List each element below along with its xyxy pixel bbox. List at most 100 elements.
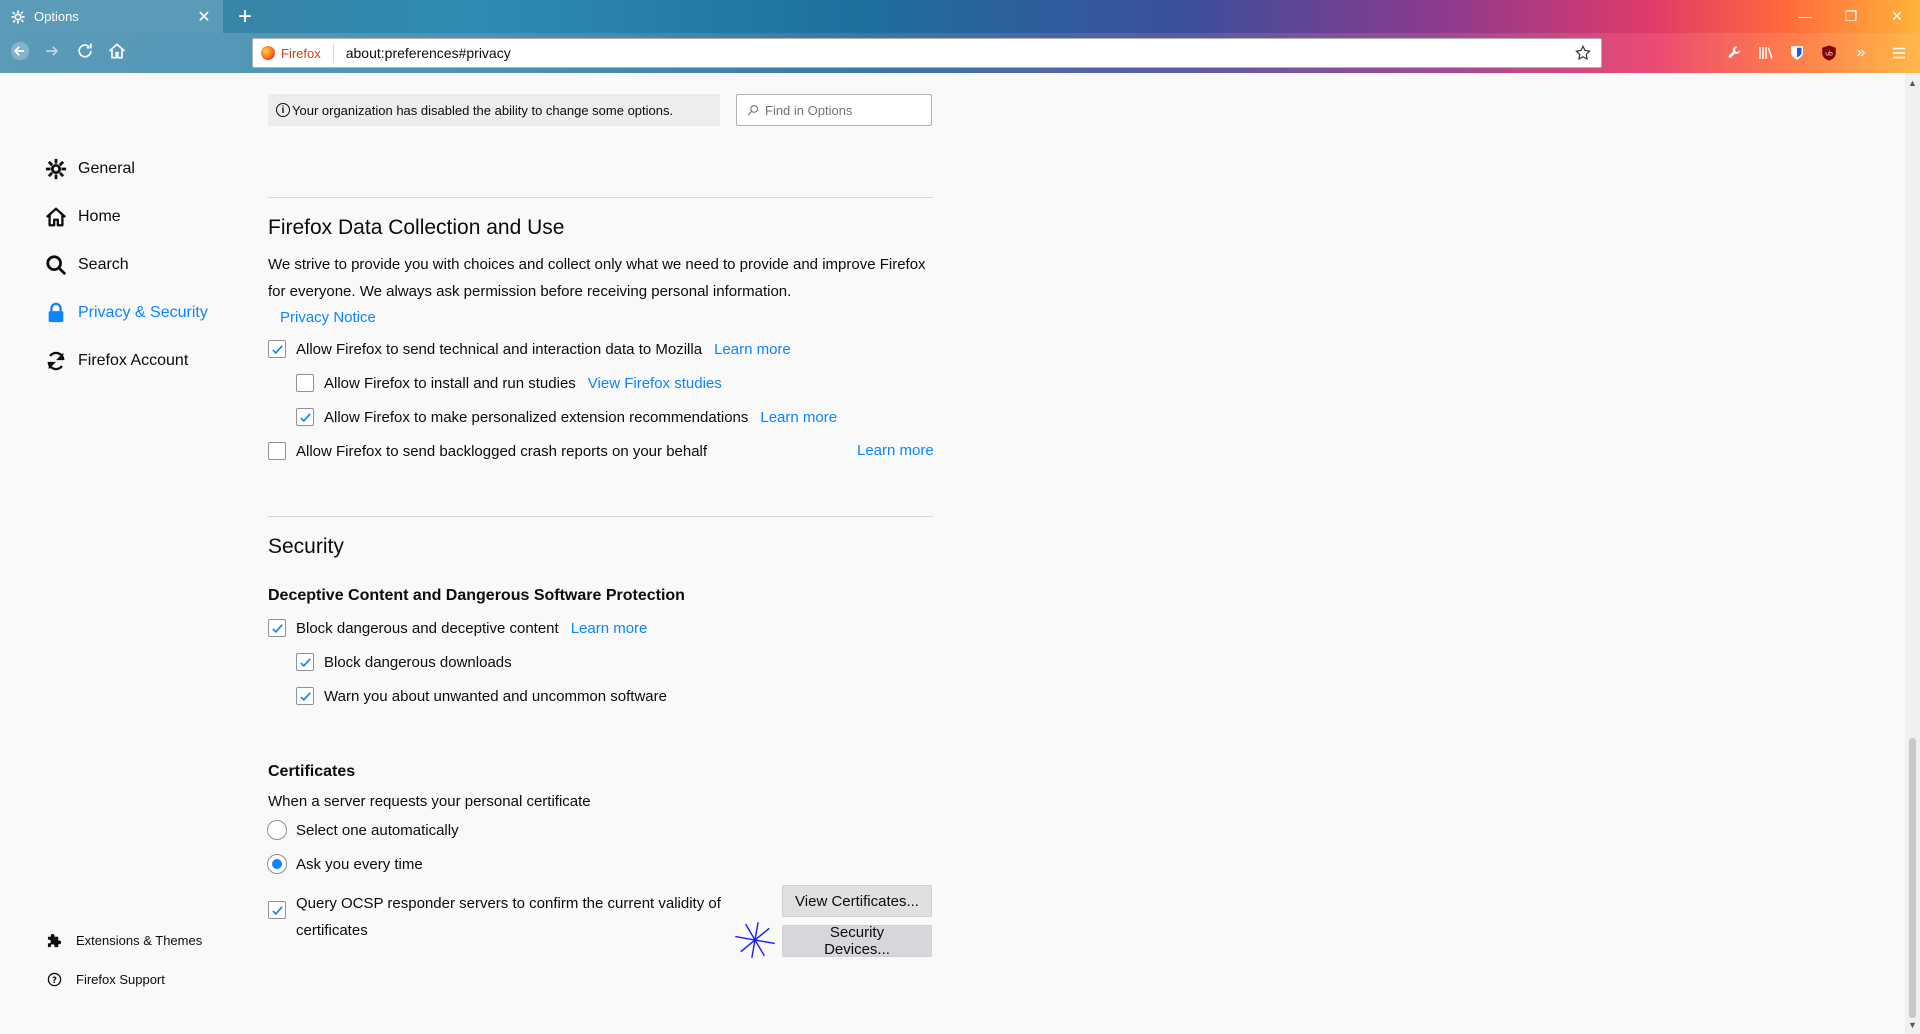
ublock-origin-icon[interactable]: ub [1818,42,1840,64]
option-crash-reports[interactable]: Allow Firefox to send backlogged crash r… [268,442,707,460]
learn-more-link[interactable]: Learn more [714,341,791,358]
search-icon [747,104,759,116]
svg-text:ub: ub [1825,50,1833,57]
close-icon[interactable]: ✕ [1882,5,1912,27]
option-label: Allow Firefox to make personalized exten… [324,408,749,426]
forward-button[interactable] [38,39,66,67]
developer-tools-icon[interactable] [1724,42,1746,64]
radio-selected-dot [272,859,282,869]
security-title: Security [268,535,344,558]
checkbox[interactable] [268,340,286,358]
reload-icon [75,41,95,66]
option-send-telemetry[interactable]: Allow Firefox to send technical and inte… [268,340,791,358]
sidebar-item-label: Home [78,208,121,225]
option-label: Block dangerous and deceptive content [296,619,559,637]
gear-icon [44,157,68,181]
site-identity[interactable]: Firefox [261,43,334,63]
tab-close-icon[interactable]: ✕ [195,8,213,26]
option-block-deceptive[interactable]: Block dangerous and deceptive content Le… [268,619,647,637]
data-collection-title: Firefox Data Collection and Use [268,216,565,239]
certificates-description: When a server requests your personal cer… [268,793,591,810]
overflow-chevron-icon[interactable]: » [1850,42,1872,64]
checkbox[interactable] [268,901,286,919]
option-label: Allow Firefox to install and run studies [324,374,576,392]
sidebar-item-privacy-security[interactable]: Privacy & Security [44,301,208,325]
minimize-icon[interactable]: — [1790,5,1820,27]
lock-icon [44,301,68,325]
option-query-ocsp[interactable]: Query OCSP responder servers to confirm … [268,890,721,944]
scroll-down-icon[interactable]: ▼ [1905,1017,1920,1032]
sidebar-item-label: Search [78,256,129,273]
learn-more-link[interactable]: Learn more [760,409,837,426]
section-divider [268,197,933,198]
bookmark-star-icon[interactable] [1573,43,1593,63]
home-button[interactable] [103,39,131,67]
navigation-toolbar: Firefox about:preferences#privacy ub » [0,33,1920,73]
sidebar-item-label: Privacy & Security [78,304,208,321]
hamburger-menu-icon[interactable] [1888,42,1910,64]
svg-text:?: ? [52,974,57,984]
cursor-marker-icon [735,922,775,958]
option-studies[interactable]: Allow Firefox to install and run studies… [296,374,722,392]
learn-more-link[interactable]: Learn more [571,620,648,637]
sidebar-link-extensions-themes[interactable]: Extensions & Themes [46,932,202,948]
sidebar-footer-label: Firefox Support [76,971,165,987]
option-label: Allow Firefox to send backlogged crash r… [296,442,708,460]
ocsp-label-group: Query OCSP responder servers to confirm … [296,890,721,944]
help-icon: ? [46,971,62,987]
radio-button[interactable] [267,820,287,840]
url-text[interactable]: about:preferences#privacy [346,45,1573,61]
search-input[interactable]: Find in Options [736,94,932,126]
sidebar-item-firefox-account[interactable]: Firefox Account [44,349,188,373]
option-block-downloads[interactable]: Block dangerous downloads [296,653,512,671]
checkbox[interactable] [268,442,286,460]
section-divider [268,516,933,517]
bitwarden-icon[interactable] [1786,42,1808,64]
sync-icon [44,349,68,373]
option-extension-recommendations[interactable]: Allow Firefox to make personalized exten… [296,408,837,426]
back-button[interactable] [6,39,34,67]
back-arrow-icon [10,41,30,66]
sidebar-item-label: Firefox Account [78,352,189,369]
forward-arrow-icon [42,41,62,66]
option-label: Warn you about unwanted and uncommon sof… [324,687,667,705]
radio-button[interactable] [267,854,287,874]
sidebar-item-home[interactable]: Home [44,205,121,229]
new-tab-button[interactable]: + [231,3,259,31]
option-label: Query OCSP responder servers to confirm … [296,895,721,912]
learn-more-link[interactable]: Learn more [857,442,934,459]
radio-select-automatically[interactable]: Select one automatically [267,820,459,840]
home-icon [107,41,127,66]
restore-icon[interactable]: ❐ [1836,5,1866,27]
page-scrollbar[interactable]: ▲ ▼ [1905,73,1920,1034]
radio-ask-every-time[interactable]: Ask you every time [267,854,423,874]
puzzle-icon [46,932,62,948]
option-label: certificates [296,922,368,939]
privacy-notice-link[interactable]: Privacy Notice [268,309,376,326]
security-devices-button[interactable]: Security Devices... [782,924,932,958]
sidebar-item-general[interactable]: General [44,157,135,181]
view-certificates-button[interactable]: View Certificates... [782,885,932,917]
info-icon: i [276,103,290,117]
url-bar[interactable]: Firefox about:preferences#privacy [252,38,1602,68]
sidebar-item-search[interactable]: Search [44,253,129,277]
view-studies-link[interactable]: View Firefox studies [588,375,722,392]
checkbox[interactable] [296,374,314,392]
library-icon[interactable] [1755,42,1777,64]
search-placeholder: Find in Options [765,102,853,118]
privacy-notice-text[interactable]: Privacy Notice [280,309,376,326]
reload-button[interactable] [71,39,99,67]
scrollbar-thumb[interactable] [1909,738,1916,1018]
firefox-logo-icon [261,46,275,60]
checkbox[interactable] [296,653,314,671]
option-warn-unwanted[interactable]: Warn you about unwanted and uncommon sof… [296,687,667,705]
checkbox[interactable] [296,687,314,705]
checkbox[interactable] [296,408,314,426]
sidebar-link-firefox-support[interactable]: ? Firefox Support [46,971,165,987]
checkbox[interactable] [268,619,286,637]
scroll-up-icon[interactable]: ▲ [1905,75,1920,90]
identity-label: Firefox [281,45,321,61]
home-icon [44,205,68,229]
tab-options[interactable]: Options ✕ [0,0,223,33]
gear-icon [10,9,26,25]
